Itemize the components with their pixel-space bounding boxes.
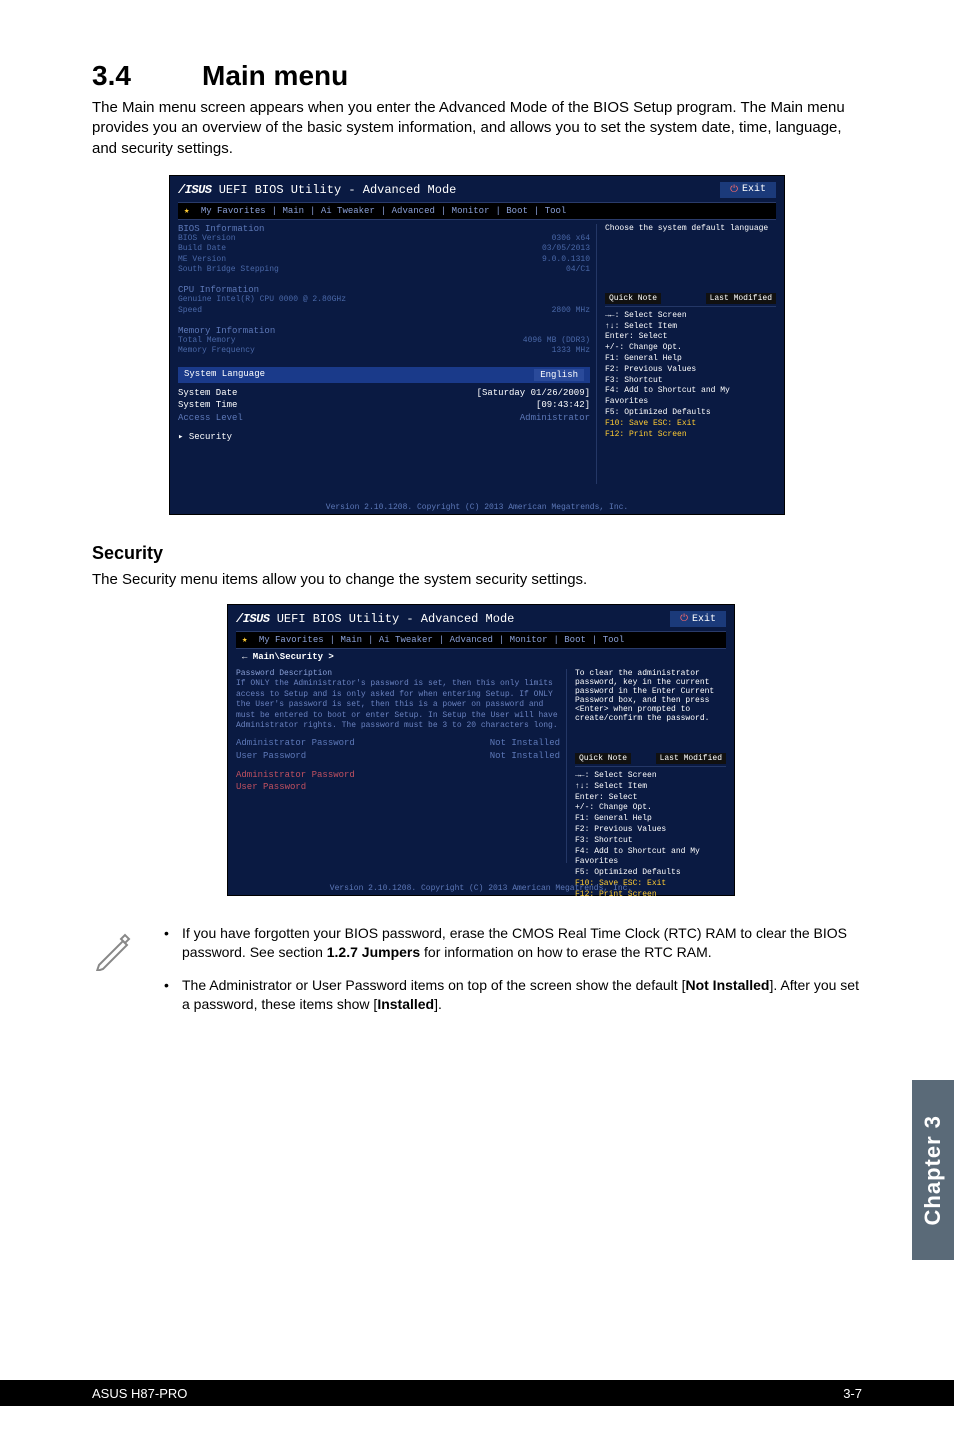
security-intro: The Security menu items allow you to cha… (92, 570, 862, 590)
note-item: If you have forgotten your BIOS password… (156, 924, 862, 962)
memory-info-header: Memory Information (178, 326, 590, 336)
security-heading: Security (92, 543, 862, 564)
password-desc: If ONLY the Administrator's password is … (236, 679, 560, 731)
info-row: User PasswordNot Installed (236, 750, 560, 763)
note-list: If you have forgotten your BIOS password… (156, 924, 862, 1028)
menu-item[interactable]: | Monitor (441, 206, 490, 216)
info-row: ME Version9.0.0.1310 (178, 255, 590, 265)
help-description: To clear the administrator password, key… (575, 669, 726, 723)
security-menu-item[interactable]: ▸ Security (178, 431, 590, 444)
info-row: Total Memory4096 MB (DDR3) (178, 336, 590, 346)
bios-logo: /ISUS (236, 612, 270, 626)
info-row: System Date[Saturday 01/26/2009] (178, 387, 590, 400)
menu-item[interactable]: | Ai Tweaker (310, 206, 375, 216)
note-block: If you have forgotten your BIOS password… (92, 924, 862, 1028)
menu-item[interactable]: | Tool (592, 635, 624, 645)
help-key-list: →←: Select Screen↑↓: Select ItemEnter: S… (605, 311, 776, 441)
menu-item[interactable]: | Advanced (381, 206, 435, 216)
info-row: Speed2800 MHz (178, 306, 590, 316)
menu-item[interactable]: | Main (272, 206, 304, 216)
password-item[interactable]: Administrator Password (236, 769, 560, 782)
bios-title: UEFI BIOS Utility - Advanced Mode (219, 183, 457, 197)
menu-item[interactable]: | Main (330, 635, 362, 645)
help-header: Quick Note Last Modified (605, 293, 776, 307)
system-language-value: English (534, 369, 584, 381)
system-language-row[interactable]: System Language English (178, 367, 590, 383)
system-language-label: System Language (184, 369, 265, 381)
footer-page-number: 3-7 (843, 1386, 862, 1401)
menu-item[interactable]: ★ My Favorites (184, 206, 266, 216)
info-row: Memory Frequency1333 MHz (178, 346, 590, 356)
bios-menubar: ★ My Favorites | Main | Ai Tweaker | Advanc… (178, 202, 776, 220)
section-title-text: Main menu (202, 60, 348, 91)
menu-item[interactable]: | Monitor (499, 635, 548, 645)
help-description: Choose the system default language (605, 224, 776, 233)
bios-title: UEFI BIOS Utility - Advanced Mode (277, 612, 515, 626)
bios-info-header: BIOS Information (178, 224, 590, 234)
help-header: Quick Note Last Modified (575, 753, 726, 767)
note-icon (92, 930, 134, 972)
bios-security-screenshot: /ISUS UEFI BIOS Utility - Advanced Mode … (227, 604, 735, 896)
help-key-list: →←: Select Screen↑↓: Select ItemEnter: S… (575, 771, 726, 901)
exit-button[interactable]: Exit (670, 611, 726, 627)
menu-item[interactable]: | Boot (553, 635, 585, 645)
menu-item[interactable]: | Tool (534, 206, 566, 216)
bios-logo: /ISUS (178, 183, 212, 197)
footer-product: ASUS H87-PRO (92, 1386, 187, 1401)
breadcrumb[interactable]: ← Main\Security > (236, 649, 726, 665)
menu-item[interactable]: ★ My Favorites (242, 635, 324, 645)
bios-version-footer: Version 2.10.1208. Copyright (C) 2013 Am… (170, 503, 784, 512)
bios-main-screenshot: /ISUS UEFI BIOS Utility - Advanced Mode … (169, 175, 785, 515)
menu-item[interactable]: | Advanced (439, 635, 493, 645)
password-desc-header: Password Description (236, 669, 560, 679)
exit-button[interactable]: Exit (720, 182, 776, 198)
page-footer: ASUS H87-PRO 3-7 (0, 1380, 954, 1406)
note-item: The Administrator or User Password items… (156, 976, 862, 1014)
info-row: Access LevelAdministrator (178, 412, 590, 425)
info-row: Build Date03/05/2013 (178, 244, 590, 254)
info-row: Administrator PasswordNot Installed (236, 737, 560, 750)
section-heading: 3.4Main menu (92, 60, 862, 92)
bios-version-footer: Version 2.10.1208. Copyright (C) 2013 Am… (228, 884, 734, 893)
chapter-tab: Chapter 3 (912, 1080, 954, 1260)
menu-item[interactable]: | Boot (495, 206, 527, 216)
info-row: South Bridge Stepping04/C1 (178, 265, 590, 275)
password-item[interactable]: User Password (236, 781, 560, 794)
bios-menubar: ★ My Favorites | Main | Ai Tweaker | Advanc… (236, 631, 726, 649)
cpu-info-header: CPU Information (178, 285, 590, 295)
menu-item[interactable]: | Ai Tweaker (368, 635, 433, 645)
section-intro: The Main menu screen appears when you en… (92, 98, 862, 159)
info-row: System Time[09:43:42] (178, 399, 590, 412)
info-row: Genuine Intel(R) CPU 0000 @ 2.80GHz (178, 295, 590, 305)
info-row: BIOS Version0306 x64 (178, 234, 590, 244)
section-number: 3.4 (92, 60, 202, 92)
